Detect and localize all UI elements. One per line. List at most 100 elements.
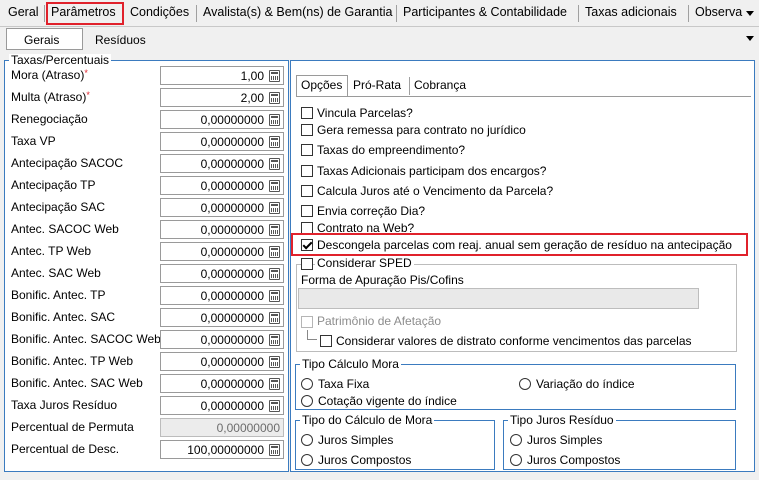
row-label: Antecipação SAC [11, 200, 106, 214]
calculator-icon[interactable] [269, 312, 280, 324]
antec-sac-web-input[interactable]: 0,00000000 [160, 264, 284, 283]
subtab-gerais[interactable]: Gerais [24, 33, 59, 47]
calculator-icon[interactable] [269, 202, 280, 214]
descongela-parcelas-checkbox[interactable] [301, 239, 313, 251]
calculator-icon[interactable] [269, 224, 280, 236]
bonific-antec-sac-input[interactable]: 0,00000000 [160, 308, 284, 327]
row-label: Percentual de Permuta [11, 420, 134, 434]
mora-atraso-input[interactable]: 1,00 [160, 66, 284, 85]
calculator-icon[interactable] [269, 92, 280, 104]
tab-participantes[interactable]: Participantes & Contabilidade [403, 5, 567, 19]
tab-separator [196, 5, 197, 22]
calculator-icon[interactable] [269, 158, 280, 170]
taxas-adicionais-checkbox[interactable] [301, 165, 313, 177]
residuo-juros-compostos-radio[interactable] [510, 454, 522, 466]
residuo-juros-simples-radio[interactable] [510, 434, 522, 446]
envia-correcao-checkbox[interactable] [301, 205, 313, 217]
radio-label: Juros Compostos [527, 453, 621, 467]
antecipacao-tp-input[interactable]: 0,00000000 [160, 176, 284, 195]
bonific-antec-tp-input[interactable]: 0,00000000 [160, 286, 284, 305]
calculator-icon[interactable] [269, 356, 280, 368]
radio-label: Variação do índice [536, 377, 635, 391]
taxa-vp-input[interactable]: 0,00000000 [160, 132, 284, 151]
calculator-icon[interactable] [269, 378, 280, 390]
inner-tab-pro-rata[interactable]: Pró-Rata [353, 78, 401, 92]
group-legend: Tipo Juros Resíduo [508, 413, 616, 427]
checkbox-label: Envia correção Dia? [317, 204, 426, 218]
subtab-residuos[interactable]: Resíduos [95, 33, 146, 47]
inner-tab-opcoes[interactable]: Opções [301, 78, 342, 92]
bonific-antec-sacoc-web-input[interactable]: 0,00000000 [160, 330, 284, 349]
row-label: Taxa Juros Resíduo [11, 398, 118, 412]
tab-separator [409, 77, 410, 95]
group-legend: Tipo Cálculo Mora [300, 357, 401, 371]
radio-label: Juros Compostos [318, 453, 412, 467]
calculator-icon[interactable] [269, 136, 280, 148]
variacao-indice-radio[interactable] [519, 378, 531, 390]
antec-tp-web-input[interactable]: 0,00000000 [160, 242, 284, 261]
checkbox-label: Calcula Juros até o Vencimento da Parcel… [317, 184, 554, 198]
radio-label: Cotação vigente do índice [318, 394, 457, 408]
juros-compostos-radio[interactable] [301, 454, 313, 466]
antec-sacoc-web-input[interactable]: 0,00000000 [160, 220, 284, 239]
radio-label: Taxa Fixa [318, 377, 370, 391]
percentual-desc-input[interactable]: 100,00000000 [160, 440, 284, 459]
percentual-permuta-input: 0,00000000 [160, 418, 284, 437]
row-label: Percentual de Desc. [11, 442, 120, 456]
calcula-juros-checkbox[interactable] [301, 185, 313, 197]
row-label: Antec. TP Web [11, 244, 92, 258]
row-label: Antecipação TP [11, 178, 96, 192]
checkbox-label: Taxas Adicionais participam dos encargos… [317, 164, 547, 178]
row-label: Bonific. Antec. SACOC Web [11, 332, 161, 346]
tab-separator [396, 5, 397, 22]
considerar-distrato-checkbox[interactable] [320, 335, 332, 347]
pis-cofins-input[interactable] [298, 288, 699, 309]
multa-atraso-input[interactable]: 2,00 [160, 88, 284, 107]
cotacao-vigente-radio[interactable] [301, 395, 313, 407]
taxa-juros-residuo-input[interactable]: 0,00000000 [160, 396, 284, 415]
calculator-icon[interactable] [269, 180, 280, 192]
inner-tab-cobranca[interactable]: Cobrança [414, 78, 466, 92]
taxas-legend: Taxas/Percentuais [9, 53, 112, 67]
checkbox-label: Taxas do empreendimento? [317, 143, 466, 157]
gera-remessa-checkbox[interactable] [301, 124, 313, 136]
taxa-fixa-radio[interactable] [301, 378, 313, 390]
row-label: Mora (Atraso)* [11, 68, 88, 82]
checkbox-label: Vincula Parcelas? [317, 106, 413, 120]
calculator-icon[interactable] [269, 114, 280, 126]
bonific-antec-sac-web-input[interactable]: 0,00000000 [160, 374, 284, 393]
tab-condicoes[interactable]: Condições [130, 5, 189, 19]
tab-separator [578, 5, 579, 22]
calculator-icon[interactable] [269, 334, 280, 346]
patrimonio-afetacao-checkbox [301, 316, 313, 328]
tab-avalistas[interactable]: Avalista(s) & Bem(ns) de Garantia [203, 5, 392, 19]
tab-observa[interactable]: Observa [695, 5, 742, 19]
calculator-icon[interactable] [269, 444, 280, 456]
row-label: Antec. SAC Web [11, 266, 101, 280]
calculator-icon[interactable] [269, 290, 280, 302]
tab-geral[interactable]: Geral [8, 5, 39, 19]
pis-cofins-label: Forma de Apuração Pis/Cofins [301, 273, 464, 287]
juros-simples-radio[interactable] [301, 434, 313, 446]
subtabs-overflow-icon[interactable] [746, 36, 754, 41]
row-label: Multa (Atraso)* [11, 90, 90, 104]
bonific-antec-tp-web-input[interactable]: 0,00000000 [160, 352, 284, 371]
calculator-icon[interactable] [269, 70, 280, 82]
considerar-sped-checkbox[interactable] [301, 258, 313, 270]
antecipacao-sacoc-input[interactable]: 0,00000000 [160, 154, 284, 173]
row-label: Bonific. Antec. SAC Web [11, 376, 143, 390]
tabs-overflow-icon[interactable] [746, 11, 754, 16]
calculator-icon[interactable] [269, 400, 280, 412]
tab-separator [688, 5, 689, 22]
tab-taxas-adicionais[interactable]: Taxas adicionais [585, 5, 677, 19]
checkbox-label: Considerar SPED [315, 256, 414, 270]
taxas-empreendimento-checkbox[interactable] [301, 144, 313, 156]
row-label: Bonific. Antec. SAC [11, 310, 116, 324]
row-label: Renegociação [11, 112, 88, 126]
group-legend: Tipo do Cálculo de Mora [300, 413, 435, 427]
calculator-icon[interactable] [269, 268, 280, 280]
vincula-parcelas-checkbox[interactable] [301, 107, 313, 119]
antecipacao-sac-input[interactable]: 0,00000000 [160, 198, 284, 217]
calculator-icon[interactable] [269, 246, 280, 258]
renegociacao-input[interactable]: 0,00000000 [160, 110, 284, 129]
